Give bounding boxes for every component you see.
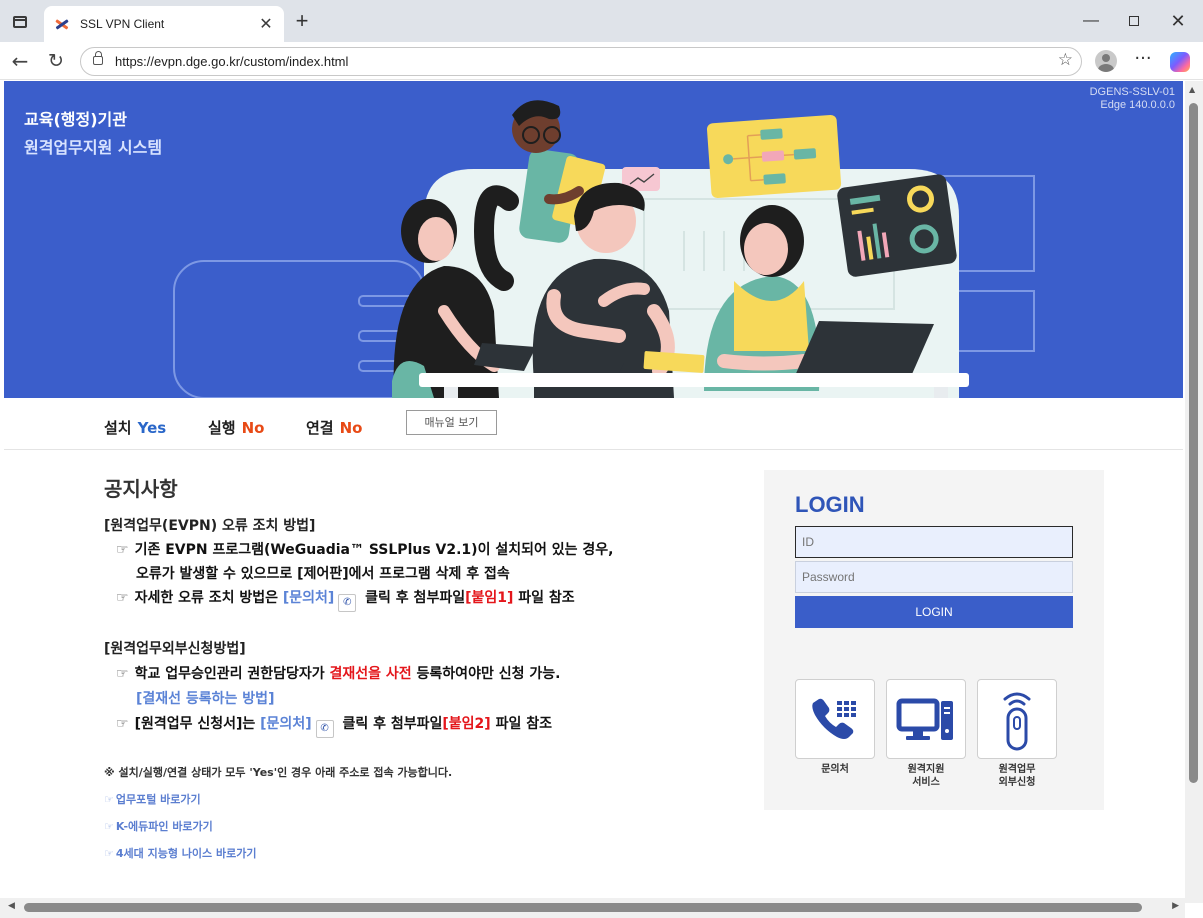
- notice-section1-heading: [원격업무(EVPN) 오류 조치 방법]: [104, 518, 316, 534]
- neis-link[interactable]: ☞ 4세대 지능형 나이스 바로가기: [104, 845, 256, 861]
- tab-close-icon[interactable]: ✕: [256, 14, 276, 34]
- device-id: DGENS-SSLV-01: [1089, 86, 1175, 98]
- hand-pointer-icon: ☞: [104, 820, 114, 833]
- window-maximize-button[interactable]: [1119, 8, 1149, 34]
- edufine-link[interactable]: ☞ K-에듀파인 바로가기: [104, 818, 213, 834]
- install-value: Yes: [137, 419, 167, 437]
- status-bar: 설치 Yes 실행 No 연결 No 매뉴얼 보기: [4, 398, 1183, 450]
- hand-pointer-icon: ☞: [104, 847, 114, 860]
- hand-pointer-icon: ☞: [116, 590, 129, 606]
- vertical-scroll-thumb[interactable]: [1189, 103, 1198, 783]
- attachment1-label: [붙임1]: [465, 590, 514, 606]
- new-tab-button[interactable]: +: [290, 10, 314, 34]
- url-text[interactable]: https://evpn.dge.go.kr/custom/index.html: [115, 54, 348, 69]
- remote-work-label-2: 외부신청: [998, 777, 1036, 788]
- login-title: LOGIN: [795, 492, 865, 517]
- window-close-button[interactable]: ✕: [1163, 8, 1193, 34]
- remote-support-tile[interactable]: [886, 679, 966, 759]
- contact-link[interactable]: [문의처]: [283, 590, 334, 606]
- remote-control-icon: [1003, 692, 1031, 751]
- copilot-icon[interactable]: [1170, 52, 1190, 72]
- notice-s1-line3: ☞ 자세한 오류 조치 방법은 [문의처] ✆ 클릭 후 첨부파일[붙임1] 파일 …: [116, 587, 575, 612]
- notice-s1-line2: 오류가 발생할 수 있으므로 [제어판]에서 프로그램 삭제 후 접속: [136, 566, 510, 582]
- vpn-favicon-icon: [54, 16, 70, 32]
- banner-title-line2: 원격업무지원 시스템: [24, 138, 163, 157]
- hand-pointer-icon: ☞: [116, 716, 129, 732]
- back-arrow-icon[interactable]: ←: [6, 48, 34, 76]
- version-info: DGENS-SSLV-01 Edge 140.0.0.0: [1090, 86, 1175, 112]
- approval-line-note: 결재선을 사전: [329, 666, 412, 682]
- notice-s2-line3: ☞ [원격업무 신청서]는 [문의처] ✆ 클릭 후 첨부파일[붙임2] 파일 참조: [116, 713, 552, 738]
- browser-tab-strip: SSL VPN Client ✕ + — ✕: [0, 0, 1203, 42]
- connect-label: 연결: [306, 419, 334, 437]
- remote-support-label-2: 서비스: [912, 777, 940, 788]
- contact-link-2[interactable]: [문의처]: [260, 716, 311, 732]
- computer-monitor-icon: [896, 698, 953, 740]
- vertical-scrollbar[interactable]: ▲: [1185, 81, 1203, 903]
- sidebar-toggle-icon[interactable]: [6, 8, 34, 36]
- remote-support-label-1: 원격지원: [907, 764, 945, 775]
- login-button[interactable]: LOGIN: [795, 596, 1073, 628]
- run-label: 실행: [208, 419, 236, 437]
- horizontal-scrollbar[interactable]: ◀ ▶: [0, 898, 1185, 918]
- install-label: 설치: [104, 419, 132, 437]
- manual-view-button[interactable]: 매뉴얼 보기: [406, 410, 497, 435]
- contact-tile[interactable]: [795, 679, 875, 759]
- install-status: 설치 Yes: [104, 417, 166, 438]
- lock-icon[interactable]: [93, 51, 103, 65]
- browser-version: Edge 140.0.0.0: [1100, 99, 1175, 111]
- notice-section2-heading: [원격업무외부신청방법]: [104, 641, 246, 657]
- notice-s2-line1: ☞ 학교 업무승인관리 권한담당자가 결재선을 사전 등록하여야만 신청 가능.: [116, 666, 561, 682]
- contact-label: 문의처: [821, 764, 849, 775]
- notice-title: 공지사항: [104, 477, 178, 501]
- window-minimize-button[interactable]: —: [1076, 8, 1106, 34]
- scroll-left-arrow-icon[interactable]: ◀: [8, 901, 15, 911]
- reload-icon[interactable]: ↻: [42, 48, 70, 76]
- access-note: ※ 설치/실행/연결 상태가 모두 'Yes'인 경우 아래 주소로 접속 가능…: [104, 766, 453, 779]
- portal-link[interactable]: ☞ 업무포털 바로가기: [104, 791, 201, 807]
- remote-work-request-tile[interactable]: [977, 679, 1057, 759]
- run-value: No: [241, 419, 265, 437]
- hand-pointer-icon: ☞: [104, 793, 114, 806]
- browser-tab[interactable]: SSL VPN Client ✕: [44, 6, 284, 42]
- favorite-star-icon[interactable]: ☆: [1058, 50, 1073, 70]
- hand-pointer-icon: ☞: [116, 542, 129, 558]
- browser-toolbar: ← ↻ https://evpn.dge.go.kr/custom/index.…: [0, 42, 1203, 80]
- connect-value: No: [339, 419, 363, 437]
- notice-section: 공지사항 [원격업무(EVPN) 오류 조치 방법] ☞ 기존 EVPN 프로그램…: [104, 473, 744, 860]
- connect-status: 연결 No: [306, 417, 362, 438]
- phone-icon[interactable]: ✆: [338, 594, 357, 612]
- horizontal-scroll-thumb[interactable]: [24, 903, 1142, 912]
- password-input[interactable]: [795, 561, 1073, 593]
- remote-work-label-1: 원격업무: [998, 764, 1036, 775]
- hero-banner: 교육(행정)기관 원격업무지원 시스템 DGENS-SSLV-01 Edge 1…: [4, 81, 1183, 398]
- scroll-right-arrow-icon[interactable]: ▶: [1172, 901, 1179, 911]
- id-input[interactable]: [795, 526, 1073, 558]
- approval-line-guide-link[interactable]: [결재선 등록하는 방법]: [136, 688, 274, 708]
- notice-s1-line1: ☞ 기존 EVPN 프로그램(WeGuadia™ SSLPlus V2.1)이 설…: [116, 542, 614, 558]
- banner-title-line1: 교육(행정)기관: [24, 110, 127, 129]
- remote-work-request-service[interactable]: 원격업무 외부신청: [977, 679, 1057, 789]
- attachment2-label: [붙임2]: [442, 716, 491, 732]
- page-viewport: 교육(행정)기관 원격업무지원 시스템 DGENS-SSLV-01 Edge 1…: [0, 81, 1203, 918]
- team-illustration: [173, 100, 1035, 398]
- more-menu-icon[interactable]: ···: [1131, 50, 1155, 72]
- scroll-up-arrow-icon[interactable]: ▲: [1189, 85, 1195, 94]
- login-panel: LOGIN LOGIN 문의처: [764, 470, 1104, 810]
- hand-pointer-icon: ☞: [116, 666, 129, 682]
- phone-icon[interactable]: ✆: [315, 720, 334, 738]
- address-bar[interactable]: https://evpn.dge.go.kr/custom/index.html…: [80, 47, 1082, 76]
- contact-service[interactable]: 문의처: [795, 679, 875, 776]
- run-status: 실행 No: [208, 417, 264, 438]
- remote-support-service[interactable]: 원격지원 서비스: [886, 679, 966, 789]
- tab-title: SSL VPN Client: [80, 17, 165, 31]
- profile-avatar-icon[interactable]: [1095, 50, 1117, 72]
- phone-keypad-icon: [812, 698, 856, 739]
